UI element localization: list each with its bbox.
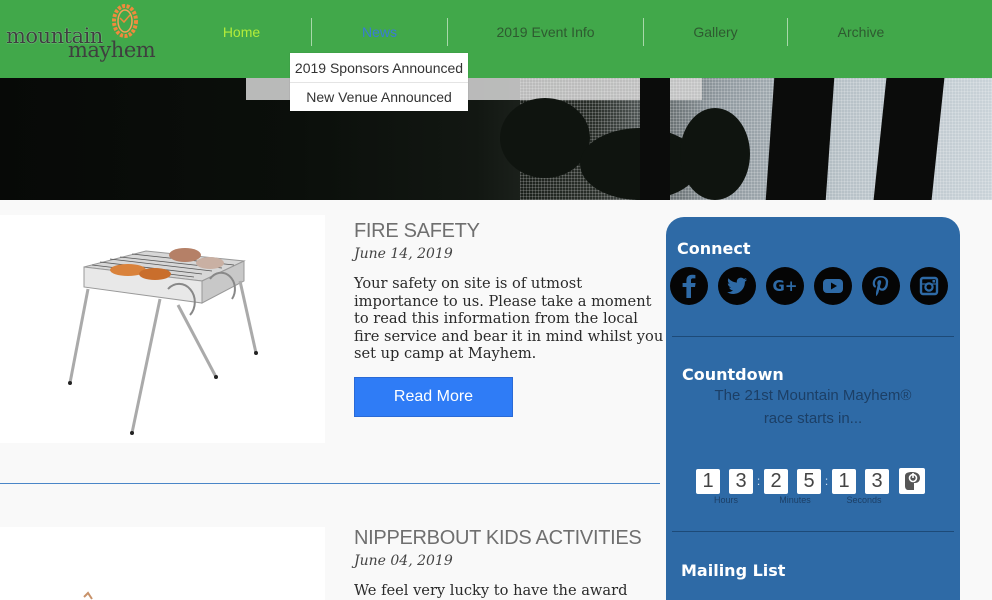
google-plus-icon[interactable]: G+	[766, 267, 804, 305]
bbq-grill-illustration	[68, 248, 258, 435]
countdown-text-line2: race starts in...	[763, 410, 863, 427]
countdown-heading: Countdown	[682, 365, 784, 384]
post-divider	[0, 483, 660, 484]
nipperbout-illustration	[83, 591, 93, 600]
hero-tree-trunk	[765, 78, 835, 200]
site-header: mountain mayhem Home News 2019 Event Inf…	[0, 0, 992, 78]
countdown-seconds-digit: 3	[865, 468, 889, 494]
countdown-hours-digit: 1	[696, 468, 720, 494]
logo-text-mayhem: mayhem	[68, 38, 156, 62]
countdown-widget-logo-icon[interactable]	[899, 468, 925, 494]
sidebar-divider	[672, 531, 954, 532]
site-logo[interactable]: mountain mayhem	[4, 2, 162, 64]
hero-foliage	[680, 108, 750, 200]
mailing-list-heading: Mailing List	[681, 561, 786, 580]
nav-gallery[interactable]: Gallery	[644, 18, 788, 46]
countdown-timer: 1 3 : 2 5 : 1 3	[696, 468, 925, 494]
sidebar-divider	[672, 336, 954, 337]
hero-tree-trunk	[640, 78, 670, 200]
countdown-seconds-digit: 1	[832, 468, 856, 494]
post-title[interactable]: NIPPERBOUT KIDS ACTIVITIES	[354, 527, 642, 550]
google-plus-glyph: G+	[772, 277, 798, 295]
read-more-button[interactable]: Read More	[354, 377, 513, 417]
nav-2019-event-info[interactable]: 2019 Event Info	[448, 18, 644, 46]
countdown-label-hours: Hours	[713, 495, 738, 505]
connect-heading: Connect	[677, 239, 751, 258]
countdown-minutes-digit: 5	[797, 468, 821, 494]
instagram-icon[interactable]	[910, 267, 948, 305]
countdown-separator: :	[756, 474, 761, 488]
countdown-label-minutes: Minutes	[779, 495, 811, 505]
pinterest-icon[interactable]	[862, 267, 900, 305]
main-nav: Home News 2019 Event Info Gallery Archiv…	[172, 18, 934, 46]
post-date: June 04, 2019	[354, 553, 453, 569]
post-excerpt: We feel very lucky to have the award	[354, 582, 628, 599]
post-image-nipperbout[interactable]	[0, 527, 325, 600]
countdown-minutes-digit: 2	[764, 468, 788, 494]
hero-banner-image	[0, 78, 992, 200]
facebook-icon[interactable]	[670, 267, 708, 305]
post-title[interactable]: FIRE SAFETY	[354, 220, 480, 243]
twitter-icon[interactable]	[718, 267, 756, 305]
youtube-icon[interactable]	[814, 267, 852, 305]
news-dropdown-menu: 2019 Sponsors Announced New Venue Announ…	[290, 53, 468, 111]
post-image-bbq-grill[interactable]	[0, 215, 325, 443]
social-links: G+	[670, 267, 948, 305]
dropdown-item-2019-sponsors[interactable]: 2019 Sponsors Announced	[290, 53, 468, 82]
countdown-label-seconds: Seconds	[846, 495, 882, 505]
countdown-separator: :	[824, 474, 829, 488]
post-date: June 14, 2019	[354, 246, 453, 262]
countdown-text-line1: The 21st Mountain Mayhem®	[714, 387, 912, 404]
post-excerpt: Your safety on site is of utmost importa…	[354, 275, 664, 362]
gear-logo-icon	[112, 4, 138, 38]
nav-home[interactable]: Home	[172, 18, 312, 46]
dropdown-item-new-venue[interactable]: New Venue Announced	[290, 82, 468, 111]
nav-news[interactable]: News	[312, 18, 448, 46]
page: mountain mayhem Home News 2019 Event Inf…	[0, 0, 992, 600]
nav-archive[interactable]: Archive	[788, 18, 934, 46]
sidebar-panel: Connect G+ Countdown The 21st Mountain M…	[666, 217, 960, 600]
hero-foliage	[500, 98, 590, 178]
countdown-hours-digit: 3	[729, 468, 753, 494]
